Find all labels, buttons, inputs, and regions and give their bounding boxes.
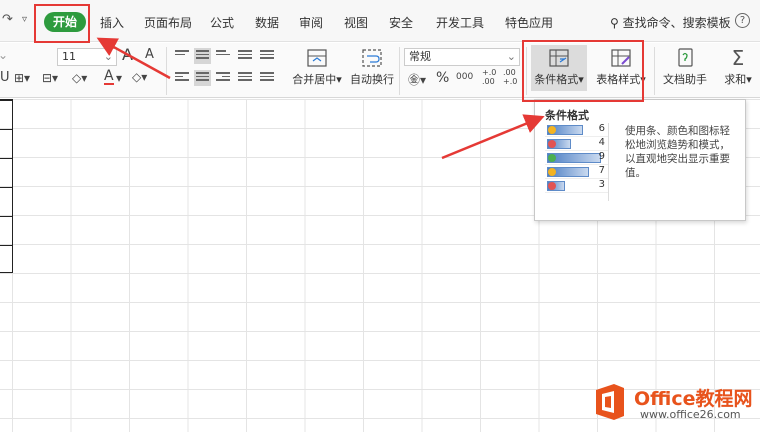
arrow-to-tooltip	[441, 114, 545, 160]
arrow-to-start-tab	[96, 37, 171, 80]
annotation-arrows	[96, 37, 545, 160]
watermark-name: Office教程网	[634, 388, 753, 410]
watermark-url: www.office26.com	[640, 408, 741, 421]
office-logo-icon	[596, 384, 624, 420]
